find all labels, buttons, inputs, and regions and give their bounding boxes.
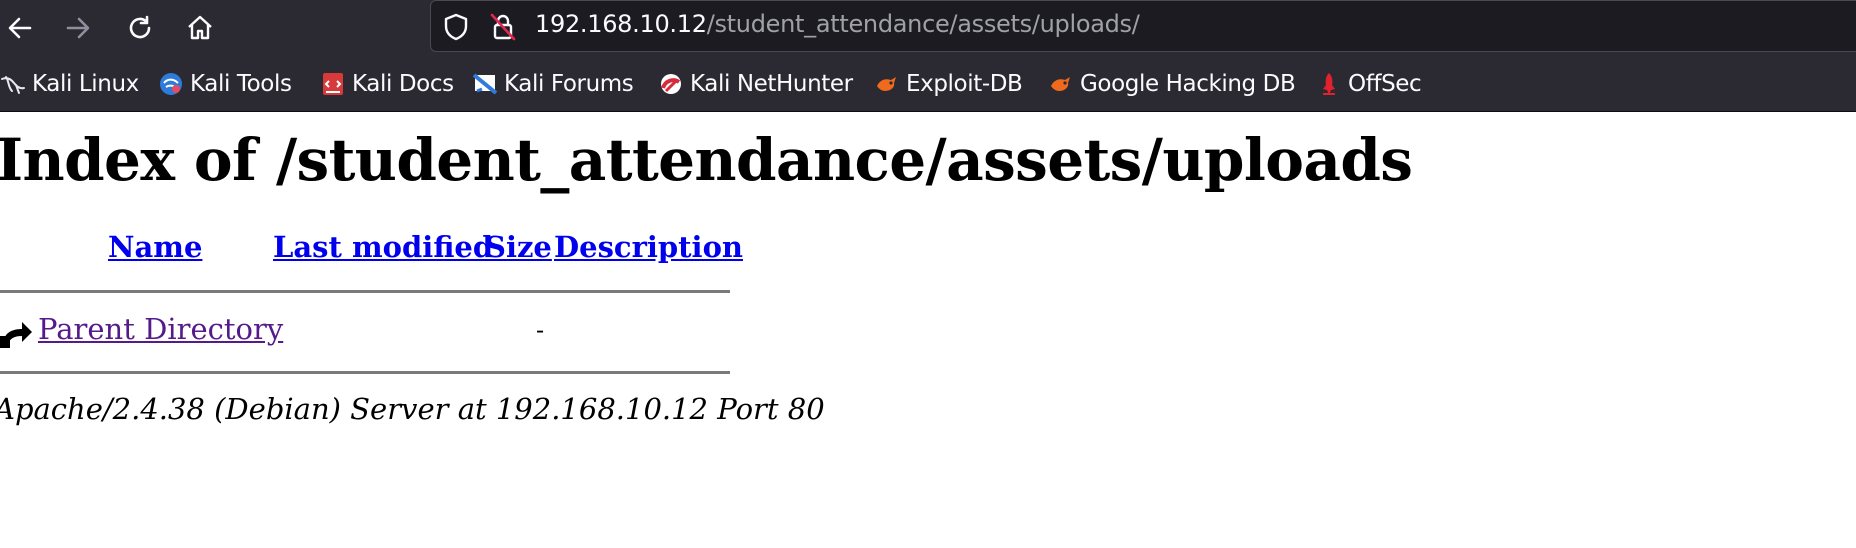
offsec-icon	[1323, 73, 1335, 95]
bookmark-exploit-db[interactable]: Exploit-DB	[874, 68, 1023, 100]
page-title: Index of /student_attendance/assets/uplo…	[0, 126, 1413, 194]
parent-directory-link[interactable]: Parent Directory	[38, 312, 283, 346]
bookmark-label: Exploit-DB	[906, 71, 1023, 97]
back-arrow-icon	[8, 17, 32, 39]
home-icon	[188, 15, 212, 40]
bookmark-label: Kali Forums	[504, 71, 634, 97]
exploit-db-icon	[877, 77, 896, 91]
kali-forums-icon	[472, 73, 498, 95]
browser-toolbar: 192.168.10.12/student_attendance/assets/…	[0, 0, 1856, 56]
size-cell: -	[536, 316, 545, 344]
insecure-lock-icon[interactable]	[489, 12, 517, 42]
bookmark-google-hacking-db[interactable]: Google Hacking DB	[1048, 68, 1296, 100]
bookmark-label: Kali NetHunter	[690, 71, 853, 97]
url-bar[interactable]: 192.168.10.12/student_attendance/assets/…	[430, 0, 1856, 52]
url-host: 192.168.10.12	[535, 10, 707, 38]
header-divider	[0, 290, 730, 293]
bookmarks-toolbar: Kali Linux Kali Tools Kali Docs Kali For…	[0, 56, 1856, 112]
column-header-last-modified[interactable]: Last modified	[273, 230, 493, 264]
bookmark-label: Kali Docs	[352, 71, 454, 97]
back-button[interactable]	[2, 10, 38, 46]
column-header-description[interactable]: Description	[554, 230, 743, 264]
column-header-name[interactable]: Name	[108, 230, 202, 264]
kali-nethunter-icon	[661, 74, 681, 94]
forward-button[interactable]	[60, 10, 96, 46]
footer-divider	[0, 371, 730, 374]
url-path: /student_attendance/assets/uploads/	[706, 10, 1140, 38]
bookmark-kali-nethunter[interactable]: Kali NetHunter	[658, 68, 853, 100]
bookmark-kali-tools[interactable]: Kali Tools	[158, 68, 292, 100]
kali-tools-icon	[160, 73, 182, 95]
home-button[interactable]	[182, 10, 218, 46]
back-folder-icon	[0, 322, 32, 348]
kali-dragon-icon	[1, 76, 25, 94]
tracking-protection-shield-icon[interactable]	[443, 13, 469, 41]
server-signature: Apache/2.4.38 (Debian) Server at 192.168…	[0, 392, 825, 426]
bookmark-label: OffSec	[1348, 71, 1422, 97]
reload-button[interactable]	[122, 10, 158, 46]
reload-icon	[129, 15, 151, 39]
ghdb-icon	[1051, 77, 1070, 91]
bookmark-kali-docs[interactable]: Kali Docs	[320, 68, 454, 100]
bookmark-label: Kali Linux	[32, 71, 139, 97]
url-text[interactable]: 192.168.10.12/student_attendance/assets/…	[535, 10, 1140, 38]
bookmark-label: Google Hacking DB	[1080, 71, 1296, 97]
forward-arrow-icon	[66, 17, 90, 39]
bookmark-label: Kali Tools	[190, 71, 292, 97]
bookmark-kali-forums[interactable]: Kali Forums	[472, 68, 634, 100]
column-header-size[interactable]: Size	[485, 230, 552, 264]
kali-docs-icon	[323, 73, 343, 95]
bookmark-offsec[interactable]: OffSec	[1316, 68, 1422, 100]
bookmark-kali-linux[interactable]: Kali Linux	[0, 68, 139, 100]
